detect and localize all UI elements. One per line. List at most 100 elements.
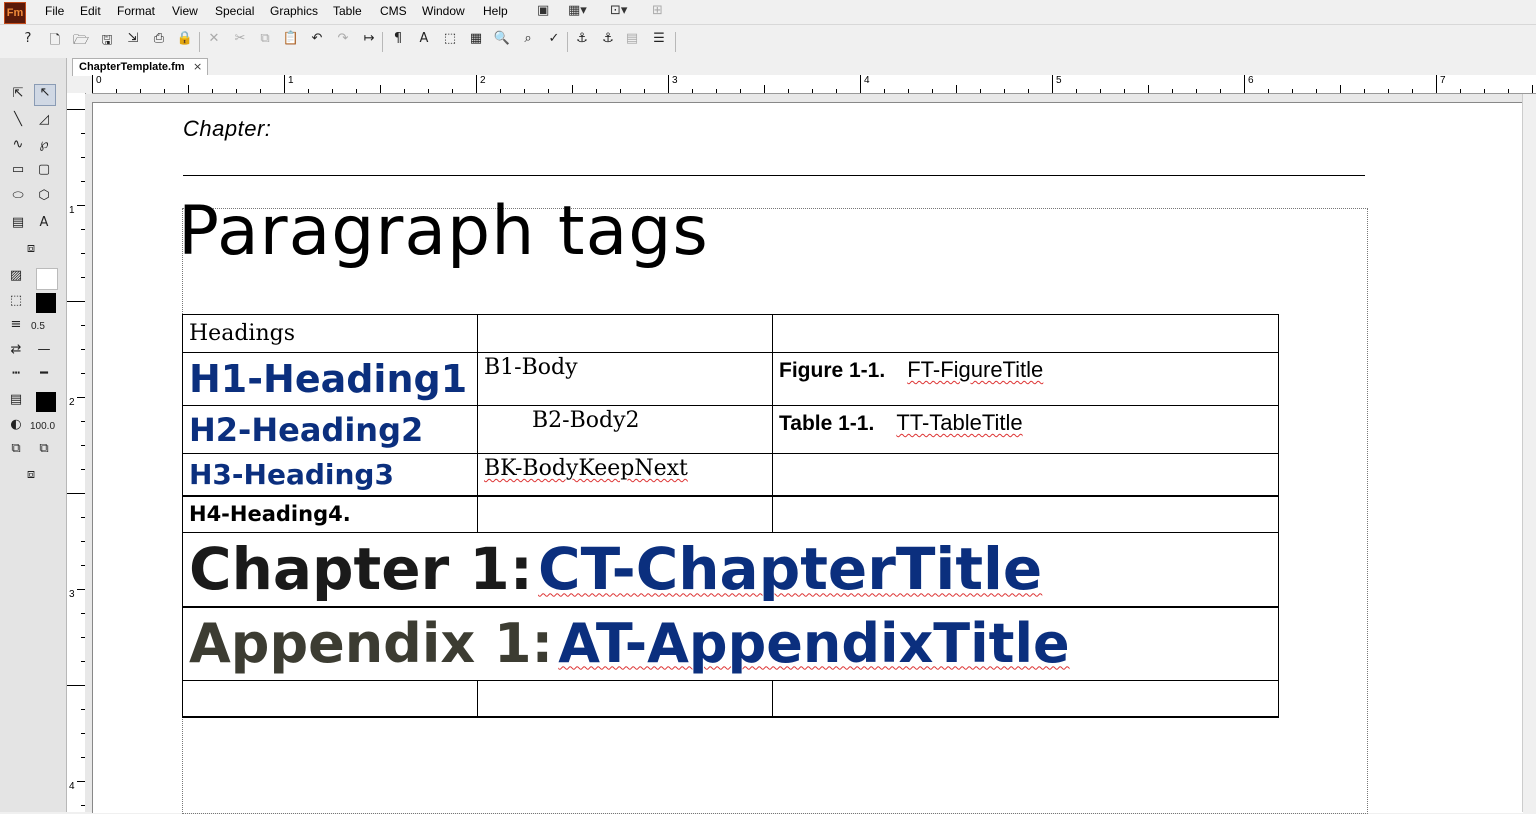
header-rule	[183, 175, 1365, 176]
table-cell[interactable]: Table 1-1. TT-TableTitle	[772, 405, 1279, 454]
object-properties-icon[interactable]: ⬚	[440, 31, 460, 51]
line-tool-icon[interactable]: ╲	[8, 112, 28, 132]
vertical-scrollbar[interactable]	[1522, 94, 1536, 812]
rounded-rect-tool-icon[interactable]: ▢	[34, 162, 54, 182]
appendix-prefix: Appendix 1:	[189, 612, 554, 676]
tint-value[interactable]: 100.0	[30, 421, 55, 432]
menu-edit[interactable]: Edit	[80, 4, 101, 18]
line-ends-icon[interactable]: ⇄	[6, 342, 26, 362]
help-icon[interactable]: ?	[18, 31, 38, 51]
screen-mode-icon[interactable]: ⊡▾	[610, 3, 627, 19]
text-frame-tool-icon[interactable]: ▤	[8, 215, 28, 235]
graphic-frame-tool-icon[interactable]: ⧈	[21, 241, 41, 261]
line-width-icon[interactable]: ≡	[6, 317, 26, 337]
table-cell[interactable]	[772, 314, 1279, 353]
table-cell[interactable]	[477, 314, 773, 353]
open-icon[interactable]: 🗁	[71, 31, 91, 51]
import-icon[interactable]: ⇲	[123, 31, 143, 51]
delete-icon[interactable]: ✕	[204, 31, 224, 51]
workspace-icon[interactable]: ▣	[537, 3, 549, 19]
properties-icon[interactable]: ⧈	[21, 467, 41, 487]
structure-icon[interactable]: ⊞	[652, 3, 663, 19]
freehand-tool-icon[interactable]: ℘	[34, 137, 54, 157]
arc-tool-icon[interactable]: ◿	[34, 112, 54, 132]
fill-color-swatch[interactable]	[36, 268, 58, 290]
menu-help[interactable]: Help	[483, 4, 508, 18]
paragraph-designer-icon[interactable]: ¶	[388, 31, 408, 51]
body-sample[interactable]: B1-Body	[477, 352, 773, 406]
menu-format[interactable]: Format	[117, 4, 155, 18]
heading4-sample[interactable]: H4-Heading4.	[182, 495, 478, 533]
spelling-icon[interactable]: ✓	[544, 31, 564, 51]
line-width-value[interactable]: 0.5	[31, 321, 45, 332]
color-swatch[interactable]	[36, 392, 56, 412]
tools-palette: ⇱ ↖ ╲ ◿ ∿ ℘ ▭ ▢ ⬭ ⬡ ▤ A ⧈ ▨ ⬚ ≡ 0.5 ⇄ — …	[0, 58, 67, 812]
menu-special[interactable]: Special	[215, 4, 254, 18]
copy-icon[interactable]: ⧉	[255, 31, 275, 51]
close-icon[interactable]: ×	[193, 60, 202, 73]
character-designer-icon[interactable]: A	[414, 31, 434, 51]
menu-table[interactable]: Table	[333, 4, 362, 18]
print-icon[interactable]: ⎙	[149, 31, 169, 51]
oval-tool-icon[interactable]: ⬭	[8, 188, 28, 208]
line-end-style-icon[interactable]: —	[34, 342, 54, 362]
redo-icon[interactable]: ↷	[333, 31, 353, 51]
pen-color-swatch[interactable]	[36, 293, 56, 313]
table-cell[interactable]	[477, 495, 773, 533]
paste-icon[interactable]: 📋	[281, 31, 301, 51]
heading2-sample[interactable]: H2-Heading2	[182, 405, 478, 454]
menu-cms[interactable]: CMS	[380, 4, 407, 18]
pen-pattern-icon[interactable]: ⬚	[6, 293, 26, 313]
table-cell[interactable]	[772, 495, 1279, 533]
body2-sample[interactable]: B2-Body2	[477, 405, 773, 454]
table-cell[interactable]	[772, 453, 1279, 497]
undo-icon[interactable]: ↶	[307, 31, 327, 51]
solid-line-icon[interactable]: ━	[34, 366, 54, 386]
fill-pattern-icon[interactable]: ▨	[6, 268, 26, 288]
find-icon[interactable]: 🔍	[492, 31, 512, 51]
object-select-icon[interactable]: ↖	[34, 84, 56, 106]
running-header[interactable]: Chapter:	[183, 116, 271, 142]
appendix-title-cell[interactable]: Appendix 1: AT-AppendixTitle	[182, 606, 1279, 681]
smart-select-icon[interactable]: ⇱	[8, 86, 28, 106]
table-cell[interactable]: Headings	[182, 314, 478, 353]
zoom-icon[interactable]: ⌕	[518, 31, 538, 51]
repeat-icon[interactable]: ↦	[359, 31, 379, 51]
dash-pattern-icon[interactable]: ┅	[6, 366, 26, 386]
menu-graphics[interactable]: Graphics	[270, 4, 318, 18]
paragraph-tags-table[interactable]: Headings H1-Heading1 B1-Body Figure 1-1.…	[182, 314, 1279, 718]
lock-icon[interactable]: 🔒	[175, 31, 195, 51]
overprint-icon[interactable]: ⧉	[6, 441, 26, 461]
text-line-tool-icon[interactable]: A	[34, 215, 54, 235]
table-cell[interactable]: BK-BodyKeepNext	[477, 453, 773, 497]
heading1-sample[interactable]: H1-Heading1	[182, 352, 478, 406]
rectangle-tool-icon[interactable]: ▭	[8, 162, 28, 182]
layout-icon[interactable]: ▦▾	[568, 3, 587, 19]
table-format-icon[interactable]: ☰	[649, 31, 669, 51]
page-title[interactable]: Paragraph tags	[178, 192, 709, 271]
menu-file[interactable]: File	[45, 4, 64, 18]
chapter-title-cell[interactable]: Chapter 1: CT-ChapterTitle	[182, 532, 1279, 608]
new-document-icon[interactable]: 🗋	[45, 31, 65, 51]
anchor-icon[interactable]: ⚓	[572, 31, 592, 51]
anchored-frame-icon[interactable]: ⚓	[598, 31, 618, 51]
tint-icon[interactable]: ◐	[6, 417, 26, 437]
table-cell[interactable]	[772, 680, 1279, 718]
ruler-number: 5	[1056, 75, 1062, 86]
document-tab[interactable]: ChapterTemplate.fm ×	[72, 58, 208, 76]
table-cell[interactable]	[477, 680, 773, 718]
polygon-tool-icon[interactable]: ⬡	[34, 188, 54, 208]
heading3-sample[interactable]: H3-Heading3	[182, 453, 478, 497]
gradient-icon[interactable]: ▤	[6, 392, 26, 412]
menu-window[interactable]: Window	[422, 4, 465, 18]
table-cell[interactable]: Figure 1-1. FT-FigureTitle	[772, 352, 1279, 406]
knockout-icon[interactable]: ⧉	[34, 441, 54, 461]
cut-icon[interactable]: ✂	[230, 31, 250, 51]
menu-view[interactable]: View	[172, 4, 198, 18]
polyline-tool-icon[interactable]: ∿	[8, 137, 28, 157]
ruler-ticks	[92, 75, 1533, 93]
table-designer-icon[interactable]: ▦	[466, 31, 486, 51]
table-cell[interactable]	[182, 680, 478, 718]
save-icon[interactable]: 🖫	[97, 31, 117, 51]
